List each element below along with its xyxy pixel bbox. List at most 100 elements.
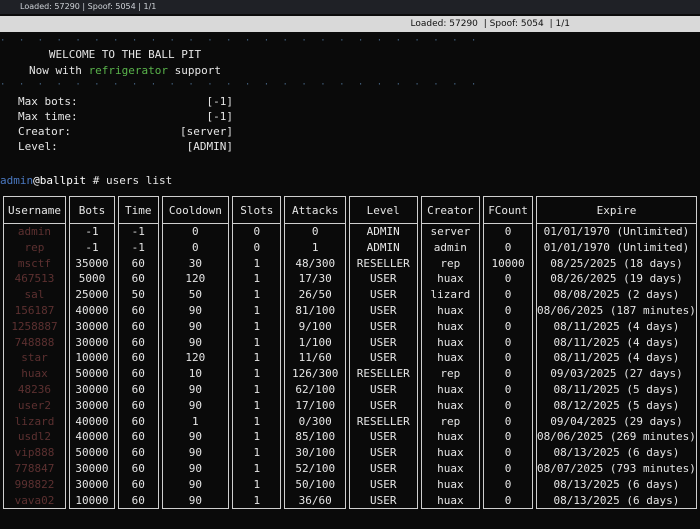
- table-cell: huax: [420, 476, 481, 493]
- table-cell: USER: [348, 287, 418, 303]
- table-row: msctf 35000 60 30 1 48/300 RESELLER rep 10000 08/…: [3, 255, 697, 272]
- table-cell: huax: [420, 460, 481, 477]
- info-row: Level: [ADMIN]: [18, 139, 233, 154]
- username-cell: 1258887: [3, 318, 66, 335]
- table-cell: 08/13/2025 (6 days): [535, 445, 697, 461]
- table-cell: huax: [420, 271, 481, 288]
- username-cell: user2: [3, 397, 66, 414]
- table-cell: USER: [348, 492, 418, 510]
- command-prompt[interactable]: admin@ballpit # users list: [0, 174, 172, 187]
- table-cell: 60: [118, 492, 159, 510]
- username-cell: 467513: [3, 271, 66, 288]
- table-cell: 85/100: [284, 429, 346, 446]
- table-cell: 120: [161, 271, 230, 288]
- table-cell: 0: [483, 445, 533, 461]
- table-cell: 60: [118, 350, 159, 367]
- table-cell: USER: [348, 476, 418, 493]
- table-cell: 60: [118, 255, 159, 272]
- username-cell: vava02: [3, 492, 66, 510]
- table-cell: 30000: [68, 397, 115, 414]
- banner-border-top: · · · · · · · · · · · · · · · · · · · · …: [0, 36, 481, 46]
- table-cell: RESELLER: [348, 413, 418, 430]
- username-cell: lizard: [3, 413, 66, 430]
- table-cell: 17/30: [284, 271, 346, 288]
- table-cell: 0: [483, 350, 533, 367]
- table-row: user2 30000 60 90 1 17/100 USER huax 0 08/12/2025…: [3, 397, 697, 414]
- table-row: 48236 30000 60 90 1 62/100 USER huax 0 08/11/2025…: [3, 381, 697, 398]
- table-cell: 08/25/2025 (18 days): [535, 255, 697, 272]
- table-cell: 1: [232, 287, 282, 303]
- table-cell: 0: [483, 492, 533, 510]
- table-cell: huax: [420, 381, 481, 398]
- table-cell: 90: [161, 318, 230, 335]
- table-cell: 90: [161, 397, 230, 414]
- banner-highlight: refrigerator: [88, 64, 169, 77]
- table-cell: 60: [118, 397, 159, 414]
- table-cell: 90: [161, 492, 230, 510]
- table-cell: 1: [232, 381, 282, 398]
- table-cell: 60: [118, 318, 159, 335]
- loaded-count: Loaded: 57290: [410, 19, 478, 29]
- info-value: [-1]: [206, 110, 234, 123]
- table-cell: -1: [118, 224, 159, 240]
- table-cell: lizard: [420, 287, 481, 303]
- table-cell: 1: [232, 476, 282, 493]
- table-cell: ADMIN: [348, 224, 418, 240]
- column-header: Level: [348, 196, 418, 224]
- table-cell: 01/01/1970 (Unlimited): [535, 239, 697, 256]
- table-cell: admin: [420, 239, 481, 256]
- table-cell: 30000: [68, 460, 115, 477]
- table-cell: 60: [118, 413, 159, 430]
- column-header: Bots: [68, 196, 115, 224]
- column-header: Expire: [535, 196, 697, 224]
- table-cell: 1: [232, 445, 282, 461]
- table-cell: 1/100: [284, 334, 346, 351]
- table-cell: 01/01/1970 (Unlimited): [535, 224, 697, 240]
- table-cell: 1: [284, 239, 346, 256]
- table-cell: -1: [68, 224, 115, 240]
- table-cell: 08/11/2025 (4 days): [535, 334, 697, 351]
- table-cell: 35000: [68, 255, 115, 272]
- table-cell: 0: [161, 224, 230, 240]
- table-cell: huax: [420, 429, 481, 446]
- table-row: usdl2 40000 60 90 1 85/100 USER huax 0 08/06/2025…: [3, 429, 697, 446]
- table-cell: 1: [232, 492, 282, 510]
- prompt-command: # users list: [86, 174, 173, 187]
- column-header: Cooldown: [161, 196, 230, 224]
- table-cell: 0: [483, 318, 533, 335]
- table-cell: 90: [161, 334, 230, 351]
- column-header: Creator: [420, 196, 481, 224]
- table-cell: USER: [348, 445, 418, 461]
- table-cell: 08/08/2025 (2 days): [535, 287, 697, 303]
- info-row: Creator: [server]: [18, 124, 233, 139]
- username-cell: msctf: [3, 255, 66, 272]
- table-cell: USER: [348, 302, 418, 319]
- table-cell: 0: [483, 239, 533, 256]
- table-cell: 60: [118, 334, 159, 351]
- info-value: [ADMIN]: [186, 140, 233, 153]
- table-cell: 08/06/2025 (269 minutes): [535, 429, 697, 446]
- table-cell: USER: [348, 318, 418, 335]
- table-cell: huax: [420, 350, 481, 367]
- table-cell: 0: [483, 302, 533, 319]
- table-cell: 30000: [68, 318, 115, 335]
- table-cell: 1: [232, 318, 282, 335]
- table-cell: 90: [161, 381, 230, 398]
- table-cell: 30000: [68, 381, 115, 398]
- table-cell: 90: [161, 476, 230, 493]
- column-header: Slots: [232, 196, 282, 224]
- table-cell: huax: [420, 318, 481, 335]
- table-header-row: Username Bots Time Cooldown Slots Attack…: [3, 196, 697, 224]
- username-cell: admin: [3, 224, 66, 240]
- table-cell: 126/300: [284, 366, 346, 382]
- table-cell: 08/11/2025 (4 days): [535, 350, 697, 367]
- table-cell: 62/100: [284, 381, 346, 398]
- table-cell: 52/100: [284, 460, 346, 477]
- table-cell: 1: [232, 302, 282, 319]
- table-cell: USER: [348, 271, 418, 288]
- table-cell: 0: [483, 381, 533, 398]
- page-indicator: 1/1: [555, 19, 570, 29]
- table-cell: 30000: [68, 476, 115, 493]
- username-cell: 48236: [3, 381, 66, 398]
- terminal-window[interactable]: · · · · · · · · · · · · · · · · · · · · …: [0, 34, 700, 529]
